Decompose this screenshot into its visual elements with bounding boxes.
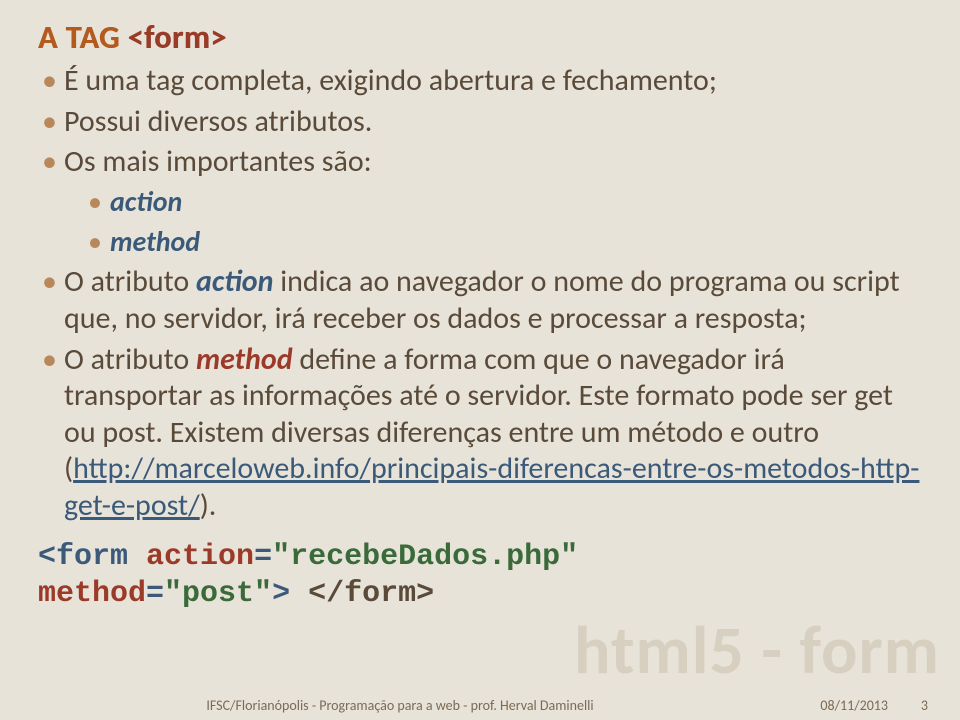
sub-list: action method	[64, 183, 922, 261]
code-attr-action: action	[146, 540, 254, 574]
sub-method: method	[64, 223, 922, 261]
bullet-5-method: method	[196, 341, 293, 378]
bullet-1: É uma tag completa, exigindo abertura e …	[38, 63, 922, 100]
code-sp2	[290, 577, 308, 611]
code-val-action: "recebeDados.php"	[272, 540, 578, 574]
code-example: <form action="recebeDados.php" method="p…	[38, 539, 922, 614]
watermark: html5 - form	[574, 609, 940, 692]
title-word-form: <form>	[128, 18, 227, 57]
title-word-a: A	[38, 18, 58, 57]
title-word-tag: TAG	[66, 18, 120, 57]
bullet-list: É uma tag completa, exigindo abertura e …	[38, 63, 922, 525]
code-val-method: "post"	[164, 577, 272, 611]
bullet-3: Os mais importantes são: action method	[38, 144, 922, 260]
code-eq1: =	[254, 540, 272, 574]
footer: IFSC/Florianópolis - Programação para a …	[0, 697, 960, 714]
code-tag1: form	[56, 540, 128, 574]
bullet-5c: ).	[200, 487, 217, 524]
code-sp1	[128, 540, 146, 574]
sub-method-label: method	[110, 224, 200, 259]
bullet-4-action: action	[196, 263, 273, 300]
slide: A TAG <form> É uma tag completa, exigind…	[0, 0, 960, 614]
bullet-4a: O atributo	[64, 263, 196, 300]
code-close: </form>	[308, 577, 434, 611]
code-gt: >	[272, 577, 290, 611]
bullet-5: O atributo method define a forma com que…	[38, 342, 922, 525]
footer-center: IFSC/Florianópolis - Programação para a …	[32, 697, 768, 714]
bullet-2: Possui diversos atributos.	[38, 104, 922, 141]
sub-action-label: action	[110, 184, 182, 219]
code-attr-method: method	[38, 577, 146, 611]
bullet-4: O atributo action indica ao navegador o …	[38, 264, 922, 337]
slide-title: A TAG <form>	[38, 18, 922, 57]
bullet-5a: O atributo	[64, 341, 196, 378]
bullet-5-link[interactable]: http://marceloweb.info/principais-difere…	[64, 450, 919, 524]
footer-date: 08/11/2013	[768, 697, 888, 714]
footer-page: 3	[888, 697, 928, 714]
bullet-3-text: Os mais importantes são:	[64, 143, 372, 180]
code-lt1: <	[38, 540, 56, 574]
sub-action: action	[64, 183, 922, 221]
code-eq2: =	[146, 577, 164, 611]
